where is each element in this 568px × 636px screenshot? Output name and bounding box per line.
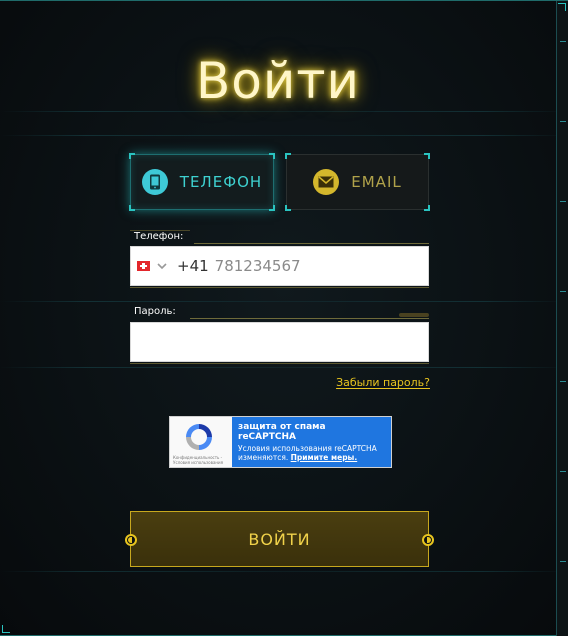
- divider: [130, 363, 429, 364]
- recaptcha-title: защита от спама reCAPTCHA: [238, 422, 326, 442]
- recaptcha-text: защита от спама reCAPTCHA Условия исполь…: [232, 417, 391, 467]
- recaptcha-action-link[interactable]: Примите меры.: [291, 453, 358, 462]
- phone-field[interactable]: +41: [130, 246, 429, 286]
- button-knob-right: [422, 534, 434, 546]
- password-field[interactable]: [130, 322, 429, 362]
- mail-icon: [313, 169, 340, 195]
- phone-icon: [141, 169, 168, 195]
- switzerland-flag-icon[interactable]: [137, 261, 150, 271]
- page-title: Войти: [195, 52, 360, 110]
- recaptcha-logo-box: Конфиденциальность - Условия использован…: [170, 417, 232, 467]
- background-line: [0, 111, 568, 112]
- forgot-password-link[interactable]: Забыли пароль?: [336, 376, 430, 389]
- tab-email[interactable]: EMAIL: [285, 153, 430, 211]
- right-edge-panel: [556, 1, 568, 636]
- login-button-label: ВОЙТИ: [248, 529, 311, 549]
- background-line: [0, 135, 568, 136]
- phone-label-row: Телефон:: [130, 230, 429, 244]
- recaptcha-widget[interactable]: Конфиденциальность - Условия использован…: [169, 416, 392, 468]
- phone-label: Телефон:: [134, 231, 184, 242]
- background-line: [0, 301, 568, 302]
- tab-phone-label: ТЕЛЕФОН: [179, 173, 263, 191]
- recaptcha-icon: [186, 424, 212, 450]
- chevron-down-icon[interactable]: [155, 259, 169, 273]
- background-line: [0, 571, 568, 572]
- recaptcha-privacy[interactable]: Конфиденциальность - Условия использован…: [173, 455, 233, 465]
- password-input[interactable]: [131, 323, 428, 361]
- tab-phone[interactable]: ТЕЛЕФОН: [129, 153, 275, 211]
- tab-email-label: EMAIL: [351, 173, 402, 191]
- phone-input[interactable]: [214, 257, 415, 275]
- password-label-row: Пароль:: [130, 305, 429, 319]
- recaptcha-subtitle: Условия использования reCAPTCHA изменяют…: [238, 444, 377, 462]
- button-knob-left: [125, 534, 137, 546]
- password-label: Пароль:: [134, 306, 176, 317]
- divider: [130, 287, 429, 288]
- corner-decoration: [558, 3, 566, 11]
- dial-code: +41: [177, 257, 209, 275]
- background-line: [0, 367, 568, 368]
- login-button[interactable]: ВОЙТИ: [125, 511, 434, 567]
- corner-decoration: [2, 625, 10, 633]
